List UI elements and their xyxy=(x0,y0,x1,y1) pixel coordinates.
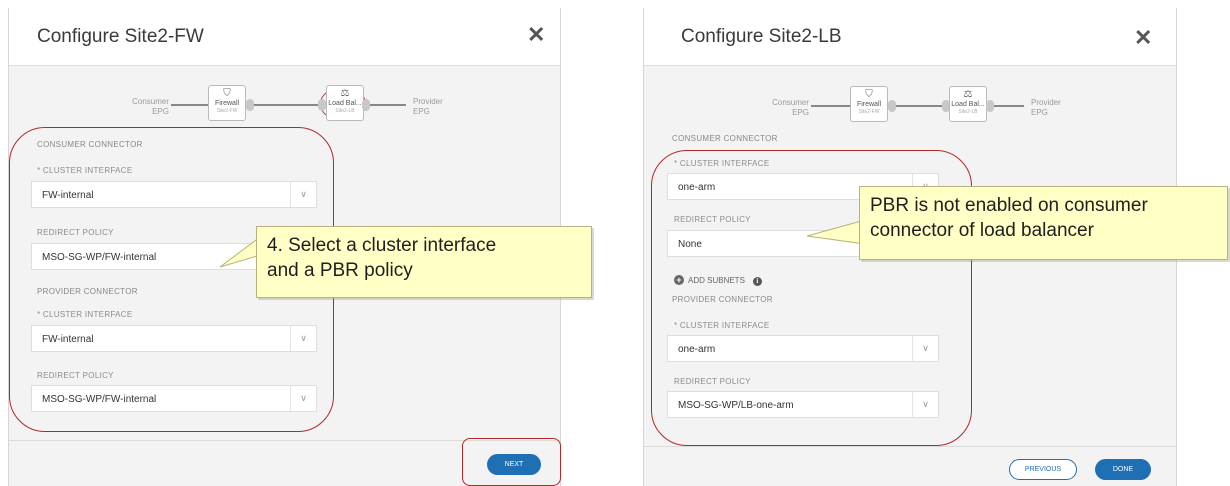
dialog-header: Configure Site2-LB ✕ xyxy=(644,8,1176,66)
shield-icon: ⛉ xyxy=(223,88,231,99)
done-button[interactable]: DONE xyxy=(1095,459,1151,480)
load-balancer-node[interactable]: ⚖ Load Bal... Site2-LB xyxy=(949,86,987,122)
consumer-epg-label: Consumer EPG xyxy=(772,98,809,117)
shield-icon: ⛉ xyxy=(865,89,873,100)
connector-dot xyxy=(246,99,254,111)
callout-pointer xyxy=(806,219,866,245)
load-balancer-node[interactable]: ⚖ Load Bal... Site2-LB xyxy=(326,85,364,121)
dialog-header: Configure Site2-FW ✕ xyxy=(9,8,560,66)
connector-dot xyxy=(318,99,326,111)
connector-dot xyxy=(888,100,896,112)
dialog-title: Configure Site2-FW xyxy=(37,26,204,47)
callout-select-cluster: 4. Select a cluster interface and a PBR … xyxy=(256,226,592,298)
callout-line: PBR is not enabled on consumer xyxy=(870,195,1148,216)
callout-line: and a PBR policy xyxy=(267,260,413,281)
provider-epg-label: Provider EPG xyxy=(1031,98,1061,117)
next-button-highlight xyxy=(462,438,561,486)
consumer-epg-label: Consumer EPG xyxy=(132,97,169,116)
stage: Configure Site2-FW ✕ Consumer EPG ⛉ Firew… xyxy=(0,0,1230,486)
load-balancer-icon: ⚖ xyxy=(963,89,973,100)
callout-pbr-not-enabled: PBR is not enabled on consumer connector… xyxy=(859,186,1228,260)
dialog-title: Configure Site2-LB xyxy=(681,26,842,47)
previous-button[interactable]: PREVIOUS xyxy=(1009,459,1077,480)
close-icon[interactable]: ✕ xyxy=(527,24,545,46)
close-icon[interactable]: ✕ xyxy=(1134,27,1152,49)
firewall-node[interactable]: ⛉ Firewall Site2-FW xyxy=(850,86,888,122)
load-balancer-icon: ⚖ xyxy=(340,88,350,99)
callout-line: 4. Select a cluster interface xyxy=(267,235,497,256)
connector-dot xyxy=(986,100,994,112)
provider-epg-label: Provider EPG xyxy=(413,97,443,116)
callout-line: connector of load balancer xyxy=(870,220,1094,241)
consumer-connector-title: CONSUMER CONNECTOR xyxy=(672,134,778,143)
firewall-node[interactable]: ⛉ Firewall Site2-FW xyxy=(208,85,246,121)
connector-dot xyxy=(362,99,370,111)
